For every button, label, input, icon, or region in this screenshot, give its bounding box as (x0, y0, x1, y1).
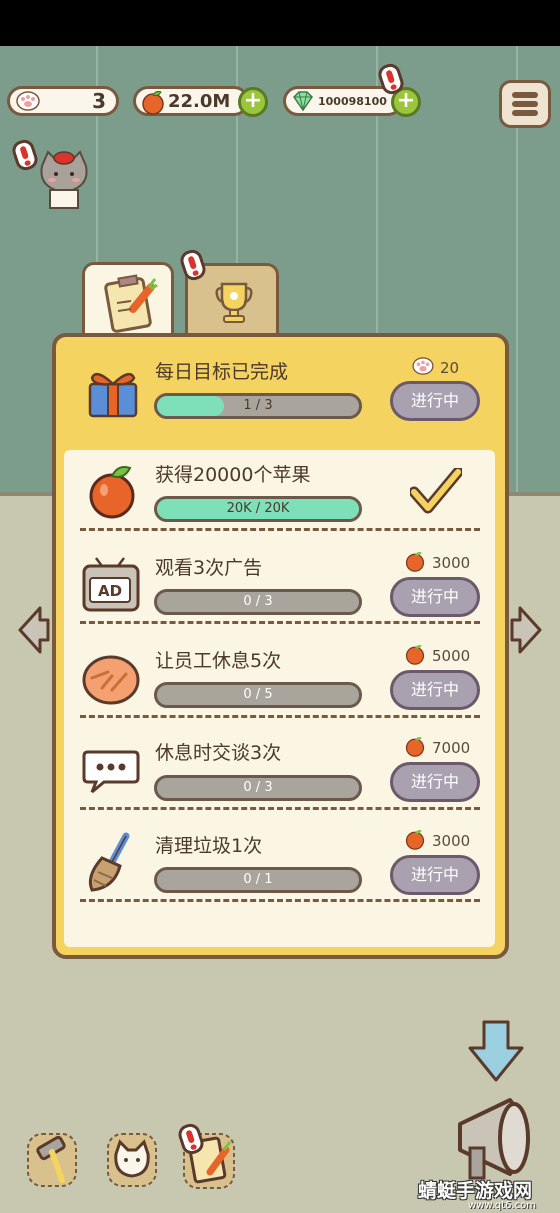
task-title: 观看3次广告 (155, 557, 263, 579)
reward-amount: 5000 (432, 647, 471, 665)
task-go-button[interactable]: 进行中 (390, 577, 480, 617)
task-go-button[interactable]: 进行中 (390, 855, 480, 895)
gift-box-icon (82, 364, 144, 424)
broom-icon (84, 832, 136, 898)
task-progress: 0 / 5 (154, 682, 362, 708)
task-progress: 20K / 20K (154, 496, 362, 522)
right-arrow-icon[interactable] (510, 604, 544, 654)
hammer-icon[interactable] (24, 1130, 77, 1187)
checkmark-icon[interactable] (408, 466, 464, 518)
task-progress: 0 / 3 (154, 589, 362, 615)
daily-goal-button[interactable]: 进行中 (390, 381, 480, 421)
task-title: 清理垃圾1次 (155, 835, 263, 857)
task-title: 让员工休息5次 (155, 650, 282, 672)
daily-goal-title: 每日目标已完成 (155, 361, 289, 383)
watermark-url: www.qt6.com (468, 1200, 536, 1211)
apple-icon (404, 643, 426, 669)
menu-button[interactable] (499, 80, 551, 128)
daily-goal-reward: 20 (412, 357, 492, 379)
gem-count: 100098100 (318, 94, 387, 108)
trophy-icon (214, 280, 254, 330)
progress-text: 0 / 1 (243, 872, 273, 887)
apple-counter: 22.0M (133, 86, 249, 116)
tv-ad-icon: AD (82, 556, 140, 616)
watermark-text: 蜻蜓手游戏网 (418, 1180, 533, 1202)
task-reward: 5000 (404, 645, 484, 667)
task-go-button[interactable]: 进行中 (390, 670, 480, 710)
task-progress: 0 / 3 (154, 775, 362, 801)
paw-count: 3 (92, 89, 106, 113)
left-arrow-icon[interactable] (16, 604, 50, 654)
status-bar-black (0, 0, 560, 46)
task-reward: 3000 (404, 830, 484, 852)
cat-face-icon[interactable] (104, 1130, 157, 1187)
svg-text:AD: AD (98, 582, 122, 600)
paw-counter: 3 (7, 86, 119, 116)
task-reward: 3000 (404, 552, 484, 574)
apple-icon (86, 462, 138, 524)
add-apples-button[interactable]: + (238, 87, 268, 117)
progress-text: 0 / 3 (243, 780, 273, 795)
apple-icon (404, 828, 426, 854)
daily-goal-progress: 1 / 3 (154, 393, 362, 419)
apple-icon (404, 550, 426, 576)
paw-icon (412, 357, 434, 379)
clipboard-carrot-icon (103, 273, 159, 337)
megaphone-icon[interactable] (450, 1094, 546, 1188)
apple-icon (404, 735, 426, 761)
paw-icon (16, 91, 40, 111)
task-reward: 7000 (404, 737, 484, 759)
progress-text: 0 / 5 (243, 687, 273, 702)
reward-amount: 3000 (432, 832, 471, 850)
task-progress: 0 / 1 (154, 867, 362, 893)
progress-text: 1 / 3 (243, 398, 273, 413)
reward-amount: 7000 (432, 739, 471, 757)
divider (80, 528, 480, 531)
cat-character-icon[interactable] (34, 148, 94, 209)
reward-amount: 3000 (432, 554, 471, 572)
divider (80, 899, 480, 902)
divider (80, 621, 480, 624)
divider (80, 715, 480, 718)
task-title: 获得20000个苹果 (155, 464, 311, 486)
divider (80, 807, 480, 810)
reward-amount: 20 (440, 359, 460, 377)
tab-daily-tasks[interactable] (82, 262, 174, 342)
progress-text: 0 / 3 (243, 594, 273, 609)
gem-icon (290, 90, 316, 116)
progress-text: 20K / 20K (226, 501, 290, 516)
apple-icon (140, 89, 166, 119)
task-go-button[interactable]: 进行中 (390, 762, 480, 802)
bread-icon (82, 654, 140, 710)
apple-count: 22.0M (168, 90, 231, 112)
down-arrow-icon[interactable] (466, 1018, 526, 1088)
speech-bubble-icon (82, 748, 140, 800)
task-title: 休息时交谈3次 (155, 742, 282, 764)
